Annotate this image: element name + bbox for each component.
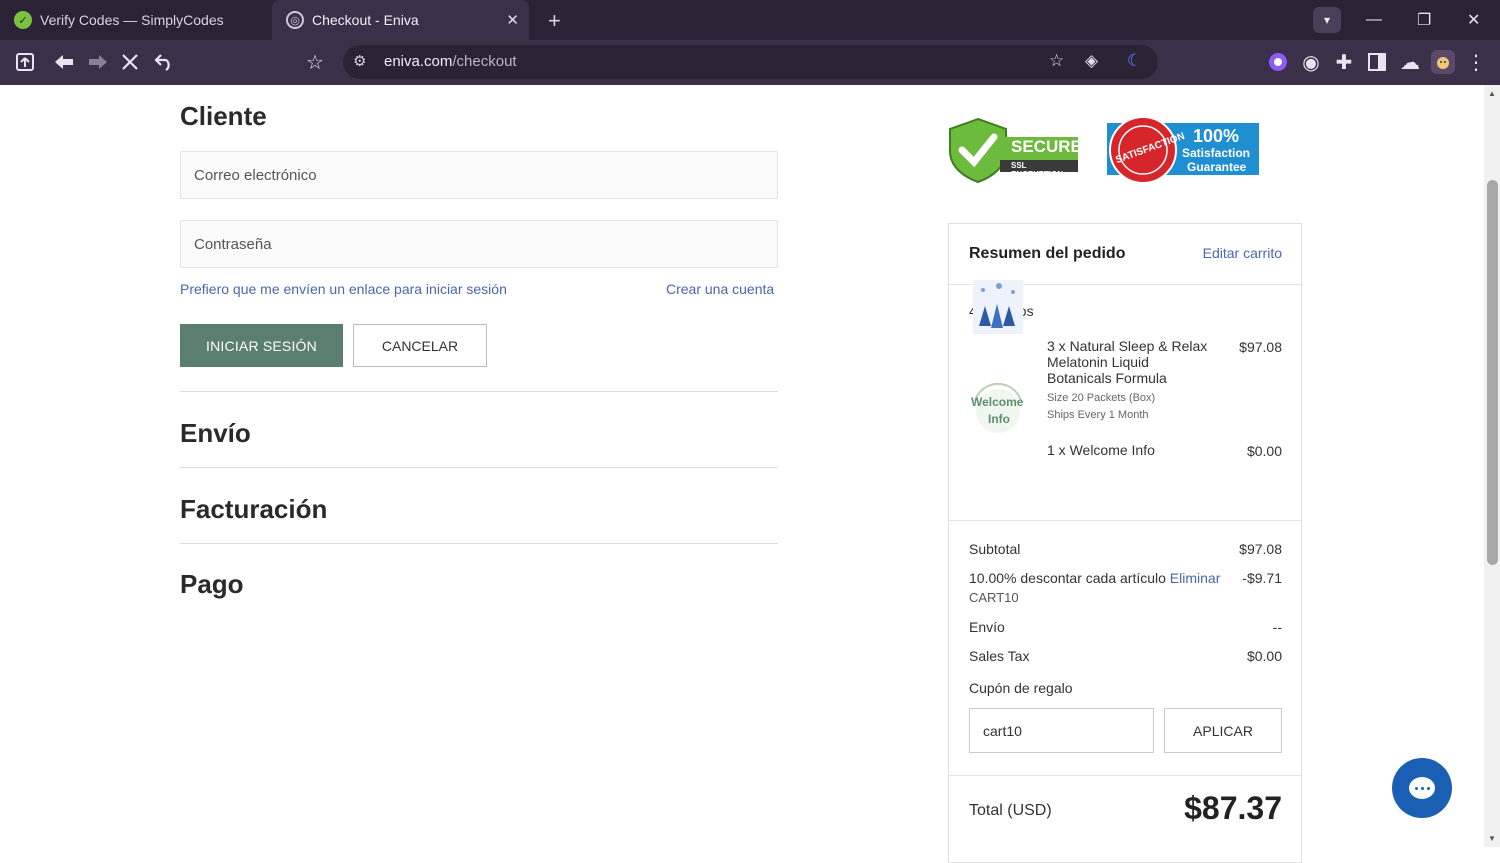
cancel-button[interactable]: CANCELAR (353, 324, 487, 367)
tab-checkout[interactable]: ◎ Checkout - Eniva ✕ (272, 0, 529, 40)
simplycodes-favicon-icon: ✓ (14, 11, 32, 29)
total-label: Total (USD) (969, 802, 1052, 819)
password-placeholder: Contraseña (194, 235, 272, 253)
address-bar[interactable]: ⚙ eniva.com/checkout ☆ ◈ ☾ (343, 45, 1158, 79)
upload-box-icon[interactable] (13, 50, 37, 74)
bookmark-star-icon[interactable]: ☆ (1049, 51, 1064, 71)
scroll-down-arrow-icon[interactable]: ▼ (1488, 834, 1496, 843)
close-tab-icon[interactable]: ✕ (506, 11, 519, 29)
url-text[interactable]: eniva.com/checkout (384, 53, 517, 70)
bookmark-star-outline-icon[interactable]: ☆ (303, 50, 327, 74)
coupon-value: cart10 (983, 722, 1022, 739)
close-window-icon[interactable]: ✕ (1467, 0, 1480, 40)
extensions-puzzle-icon[interactable]: ✚ (1332, 50, 1356, 74)
summary-title: Resumen del pedido (969, 245, 1126, 262)
minimize-icon[interactable]: — (1366, 0, 1382, 40)
gift-coupon-input[interactable]: cart10 (969, 708, 1154, 753)
summary-divider (949, 775, 1301, 776)
remove-discount-link[interactable]: Eliminar (1170, 570, 1221, 586)
summary-divider (949, 520, 1301, 521)
billing-heading: Facturación (180, 494, 328, 524)
browser-menu-icon[interactable]: ⋮ (1464, 50, 1488, 74)
welcome-thumb-line2: Info (988, 412, 1010, 426)
ssl-label: SSL ENCRYPTION (1011, 161, 1064, 179)
sat-percent: 100% (1193, 126, 1240, 146)
item-price: $0.00 (1246, 443, 1282, 459)
discount-label: 10.00% descontar cada artículo Eliminar (969, 570, 1220, 586)
site-info-icon[interactable]: ⚙ (353, 52, 366, 70)
shipping-heading: Envío (180, 418, 251, 448)
magic-link-login-link[interactable]: Prefiero que me envíen un enlace para in… (180, 281, 507, 297)
tax-value: $0.00 (1246, 648, 1282, 664)
secure-ssl-badge: SECURE SSL ENCRYPTION (948, 117, 1082, 184)
scrollbar-thumb[interactable] (1487, 180, 1498, 565)
subtotal-value: $97.08 (1239, 541, 1282, 557)
item-frequency: Ships Every 1 Month (1047, 409, 1149, 421)
restore-icon[interactable]: ❐ (1417, 0, 1431, 40)
satisfaction-guarantee-badge: SATISFACTION 100% Satisfaction Guarantee (1107, 116, 1259, 184)
side-panel-icon[interactable] (1365, 50, 1389, 74)
dark-mode-moon-icon[interactable]: ☾ (1127, 51, 1142, 71)
product-thumbnail-melatonin (969, 276, 1027, 338)
create-account-link[interactable]: Crear una cuenta (666, 281, 774, 297)
section-divider (180, 467, 778, 468)
total-value: $87.37 (1184, 790, 1282, 826)
item-size: Size 20 Packets (Box) (1047, 392, 1156, 404)
password-field[interactable]: Contraseña (180, 220, 778, 268)
tax-label: Sales Tax (969, 648, 1030, 664)
email-placeholder: Correo electrónico (194, 166, 317, 184)
order-summary: Resumen del pedido Editar carrito 4 artí… (948, 223, 1302, 863)
shipping-label: Envío (969, 619, 1005, 635)
email-field[interactable]: Correo electrónico (180, 151, 778, 199)
section-divider (180, 391, 778, 392)
subtotal-label: Subtotal (969, 541, 1021, 557)
scroll-up-arrow-icon[interactable]: ▲ (1488, 89, 1496, 98)
customer-heading: Cliente (180, 101, 267, 131)
profile-avatar-icon[interactable] (1431, 50, 1455, 74)
item-price: $97.08 (1239, 339, 1282, 355)
extension-purple-icon[interactable] (1266, 50, 1290, 74)
cloud-upload-icon[interactable]: ☁ (1398, 50, 1422, 74)
sat-line2: Guarantee (1187, 160, 1247, 174)
extension-eye-icon[interactable]: ◉ (1299, 50, 1323, 74)
apply-coupon-button[interactable]: APLICAR (1164, 708, 1282, 753)
secure-label: SECURE (1011, 137, 1082, 156)
discount-code: CART10 (969, 590, 1019, 605)
checkout-page: Cliente Correo electrónico Contraseña Pr… (0, 85, 1484, 863)
forward-arrow-icon[interactable] (86, 50, 110, 74)
browser-tab-bar: ✓ Verify Codes — SimplyCodes ◎ Checkout … (0, 0, 1500, 40)
new-tab-icon[interactable]: + (548, 8, 561, 34)
stop-loading-icon[interactable] (118, 50, 142, 74)
item-name: 1 x Welcome Info (1047, 442, 1155, 458)
chat-widget-button[interactable] (1392, 758, 1452, 818)
product-thumbnail-welcome: Welcome Info (969, 379, 1027, 439)
undo-icon[interactable] (152, 50, 176, 74)
chat-bubble-icon (1409, 777, 1435, 799)
back-arrow-icon[interactable] (52, 50, 76, 74)
tab-title: Checkout - Eniva (312, 12, 419, 28)
discount-text: 10.00% descontar cada artículo (969, 570, 1166, 586)
sat-line1: Satisfaction (1182, 146, 1251, 160)
tab-search-chevron-icon[interactable]: ▾ (1313, 7, 1341, 33)
discount-value: -$9.71 (1242, 570, 1282, 586)
payment-heading: Pago (180, 569, 244, 599)
gift-coupon-label: Cupón de regalo (969, 680, 1073, 696)
section-divider (180, 543, 778, 544)
login-button[interactable]: INICIAR SESIÓN (180, 324, 343, 367)
edit-cart-link[interactable]: Editar carrito (1203, 245, 1282, 261)
tab-simplycodes[interactable]: ✓ Verify Codes — SimplyCodes (0, 0, 270, 40)
page-scrollbar[interactable]: ▲ ▼ (1484, 85, 1500, 847)
layers-extension-icon[interactable]: ◈ (1085, 51, 1098, 71)
eniva-favicon-icon: ◎ (286, 11, 304, 29)
welcome-thumb-line1: Welcome (971, 395, 1024, 409)
tab-title: Verify Codes — SimplyCodes (40, 12, 224, 28)
item-name: 3 x Natural Sleep & Relax Melatonin Liqu… (1047, 338, 1208, 386)
shipping-value: -- (1272, 619, 1282, 635)
